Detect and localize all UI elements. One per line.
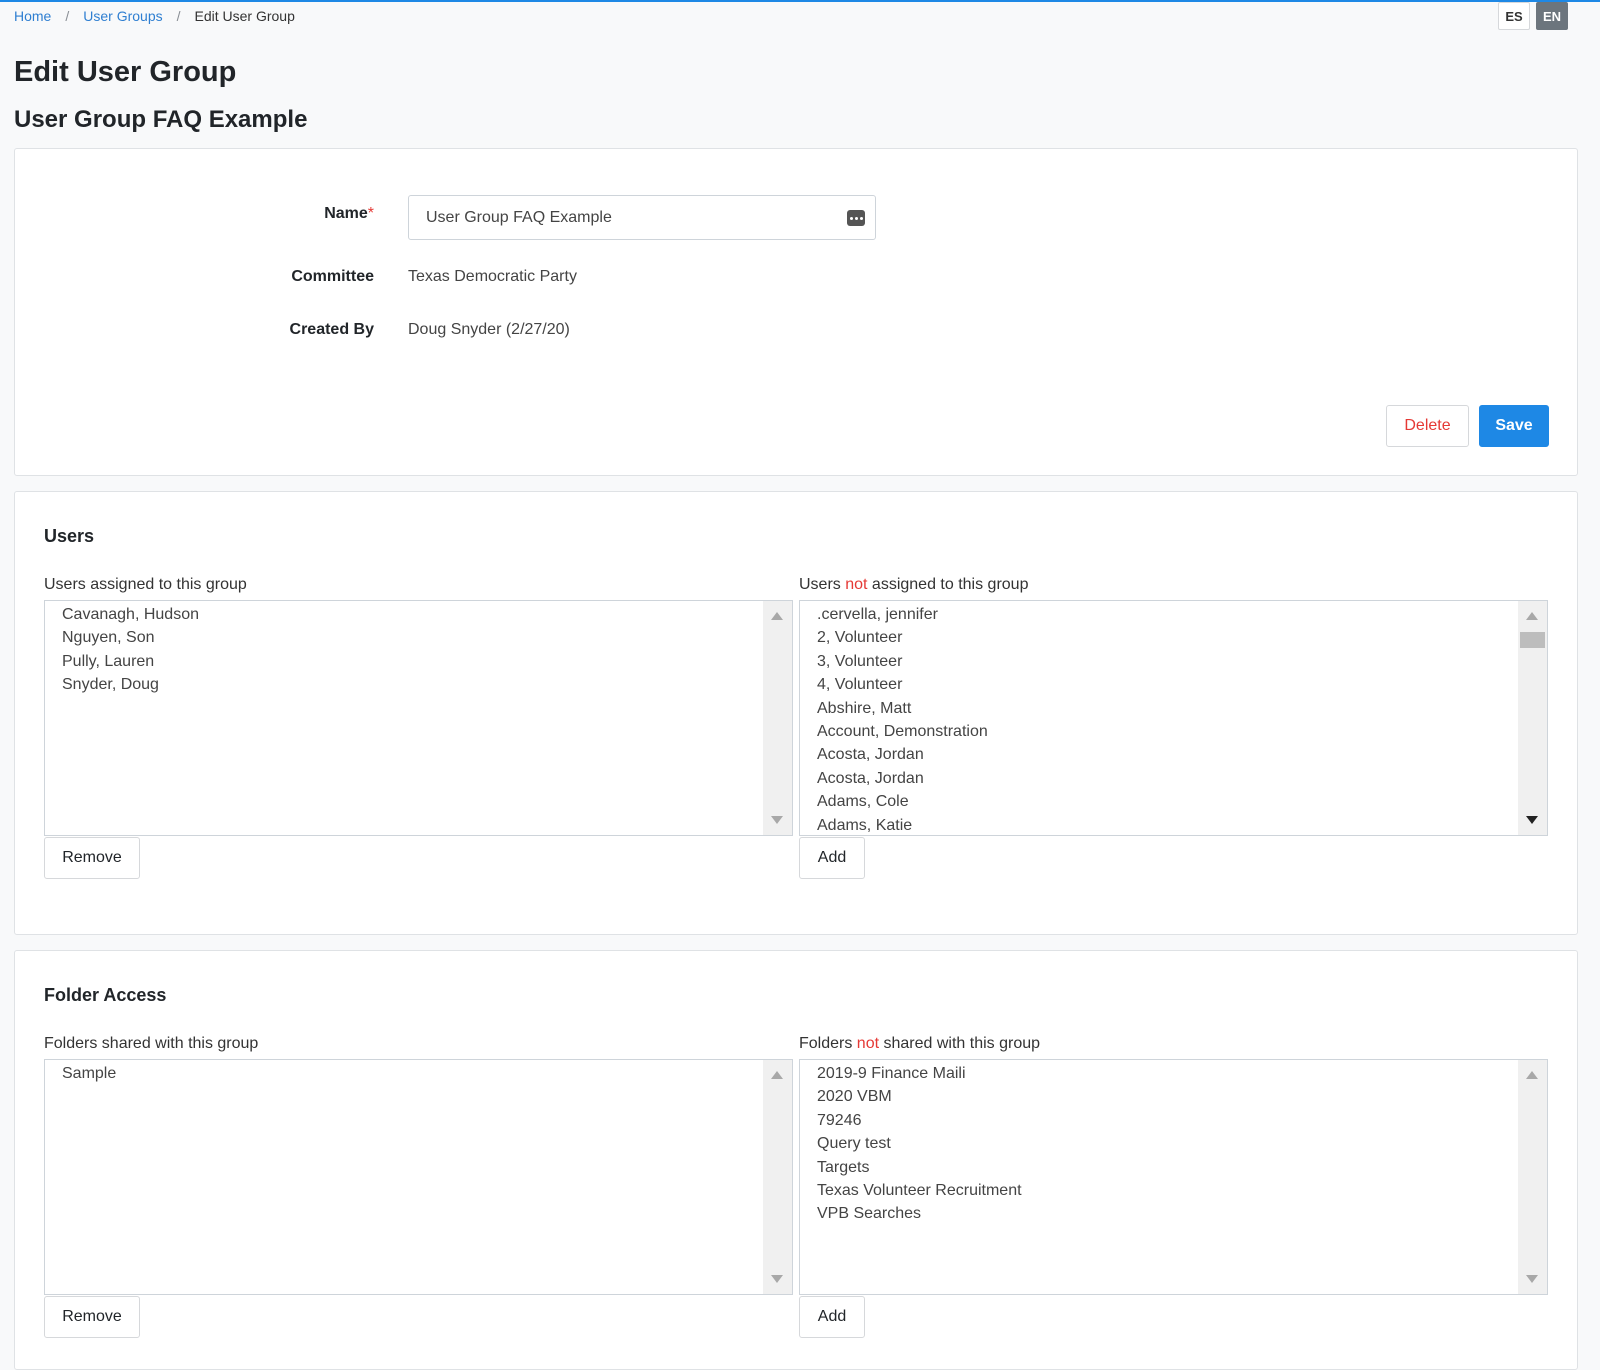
list-item[interactable]: Acosta, Jordan bbox=[817, 767, 1547, 790]
assigned-users-label: Users assigned to this group bbox=[44, 576, 247, 593]
breadcrumb-separator: / bbox=[65, 8, 70, 24]
scroll-down-icon[interactable] bbox=[771, 1275, 783, 1283]
more-options-icon[interactable] bbox=[847, 210, 865, 226]
unshared-folders-listbox[interactable]: 2019-9 Finance Maili 2020 VBM 79246 Quer… bbox=[799, 1059, 1548, 1295]
list-item[interactable]: Snyder, Doug bbox=[62, 673, 792, 696]
group-details-card: Name* User Group FAQ Example Committee T… bbox=[14, 148, 1578, 476]
required-mark: * bbox=[367, 205, 374, 222]
folder-access-card: Folder Access Folders shared with this g… bbox=[14, 950, 1578, 1370]
scroll-up-icon[interactable] bbox=[771, 1071, 783, 1079]
scrollbar[interactable] bbox=[1518, 601, 1547, 835]
page-subtitle: User Group FAQ Example bbox=[14, 106, 308, 133]
list-item[interactable]: .cervella, jennifer bbox=[817, 603, 1547, 626]
scroll-thumb[interactable] bbox=[1520, 632, 1545, 648]
scroll-up-icon[interactable] bbox=[1526, 612, 1538, 620]
list-item[interactable]: 2019-9 Finance Maili bbox=[817, 1062, 1547, 1085]
unshared-folders-label-post: shared with this group bbox=[879, 1035, 1041, 1052]
shared-folders-label: Folders shared with this group bbox=[44, 1035, 259, 1052]
list-item[interactable]: VPB Searches bbox=[817, 1202, 1547, 1225]
unassigned-users-label-not: not bbox=[845, 576, 868, 593]
name-input[interactable]: User Group FAQ Example bbox=[408, 195, 876, 240]
unshared-folders-label-not: not bbox=[856, 1035, 880, 1052]
list-item[interactable]: Abshire, Matt bbox=[817, 697, 1547, 720]
list-item[interactable]: Cavanagh, Hudson bbox=[62, 603, 792, 626]
list-item[interactable]: 79246 bbox=[817, 1109, 1547, 1132]
language-en-button[interactable]: EN bbox=[1536, 2, 1568, 30]
assigned-users-listbox[interactable]: Cavanagh, Hudson Nguyen, Son Pully, Laur… bbox=[44, 600, 793, 836]
scrollbar[interactable] bbox=[763, 601, 792, 835]
list-item[interactable]: Nguyen, Son bbox=[62, 626, 792, 649]
folder-access-section-title: Folder Access bbox=[44, 985, 167, 1005]
created-by-label: Created By bbox=[289, 321, 374, 338]
scrollbar[interactable] bbox=[763, 1060, 792, 1294]
unshared-folders-label-pre: Folders bbox=[799, 1035, 857, 1052]
list-item[interactable]: Acosta, Jordan bbox=[817, 743, 1547, 766]
breadcrumb-separator: / bbox=[176, 8, 181, 24]
unassigned-users-listbox[interactable]: .cervella, jennifer 2, Volunteer 3, Volu… bbox=[799, 600, 1548, 836]
breadcrumb-home-link[interactable]: Home bbox=[14, 8, 51, 24]
top-accent-line bbox=[0, 0, 1600, 2]
scroll-down-icon[interactable] bbox=[771, 816, 783, 824]
name-label-text: Name bbox=[324, 205, 368, 222]
list-item[interactable]: 2020 VBM bbox=[817, 1085, 1547, 1108]
list-item[interactable]: 4, Volunteer bbox=[817, 673, 1547, 696]
scroll-up-icon[interactable] bbox=[771, 612, 783, 620]
list-item[interactable]: Adams, Katie bbox=[817, 814, 1547, 835]
scroll-down-icon[interactable] bbox=[1526, 816, 1538, 824]
scroll-down-icon[interactable] bbox=[1526, 1275, 1538, 1283]
list-item[interactable]: Targets bbox=[817, 1156, 1547, 1179]
add-folder-button[interactable]: Add bbox=[799, 1296, 865, 1338]
list-item[interactable]: 3, Volunteer bbox=[817, 650, 1547, 673]
save-button[interactable]: Save bbox=[1479, 405, 1549, 447]
breadcrumb-current: Edit User Group bbox=[194, 8, 295, 24]
list-item[interactable]: Adams, Cole bbox=[817, 790, 1547, 813]
scroll-up-icon[interactable] bbox=[1526, 1071, 1538, 1079]
users-section-title: Users bbox=[44, 526, 95, 546]
created-by-value: Doug Snyder (2/27/20) bbox=[408, 321, 570, 338]
scrollbar[interactable] bbox=[1518, 1060, 1547, 1294]
add-user-button[interactable]: Add bbox=[799, 837, 865, 879]
breadcrumb: Home / User Groups / Edit User Group bbox=[14, 8, 295, 24]
shared-folders-listbox[interactable]: Sample bbox=[44, 1059, 793, 1295]
unassigned-users-label-post: assigned to this group bbox=[867, 576, 1029, 593]
list-item[interactable]: Sample bbox=[62, 1062, 792, 1085]
list-item[interactable]: 2, Volunteer bbox=[817, 626, 1547, 649]
remove-folder-button[interactable]: Remove bbox=[44, 1296, 140, 1338]
unassigned-users-label-pre: Users bbox=[799, 576, 846, 593]
language-es-button[interactable]: ES bbox=[1498, 2, 1530, 30]
page-title: Edit User Group bbox=[14, 56, 237, 88]
list-item[interactable]: Query test bbox=[817, 1132, 1547, 1155]
list-item[interactable]: Pully, Lauren bbox=[62, 650, 792, 673]
language-switcher: ES EN bbox=[1498, 2, 1568, 30]
committee-value: Texas Democratic Party bbox=[408, 268, 577, 285]
name-input-value: User Group FAQ Example bbox=[426, 208, 612, 226]
remove-user-button[interactable]: Remove bbox=[44, 837, 140, 879]
unshared-folders-label: Folders not shared with this group bbox=[799, 1035, 1040, 1053]
committee-label: Committee bbox=[291, 268, 374, 285]
list-item[interactable]: Account, Demonstration bbox=[817, 720, 1547, 743]
name-label: Name* bbox=[174, 205, 374, 223]
users-card: Users Users assigned to this group Users… bbox=[14, 491, 1578, 935]
list-item[interactable]: Texas Volunteer Recruitment bbox=[817, 1179, 1547, 1202]
unassigned-users-label: Users not assigned to this group bbox=[799, 576, 1028, 594]
breadcrumb-user-groups-link[interactable]: User Groups bbox=[83, 8, 162, 24]
delete-button[interactable]: Delete bbox=[1386, 405, 1469, 447]
